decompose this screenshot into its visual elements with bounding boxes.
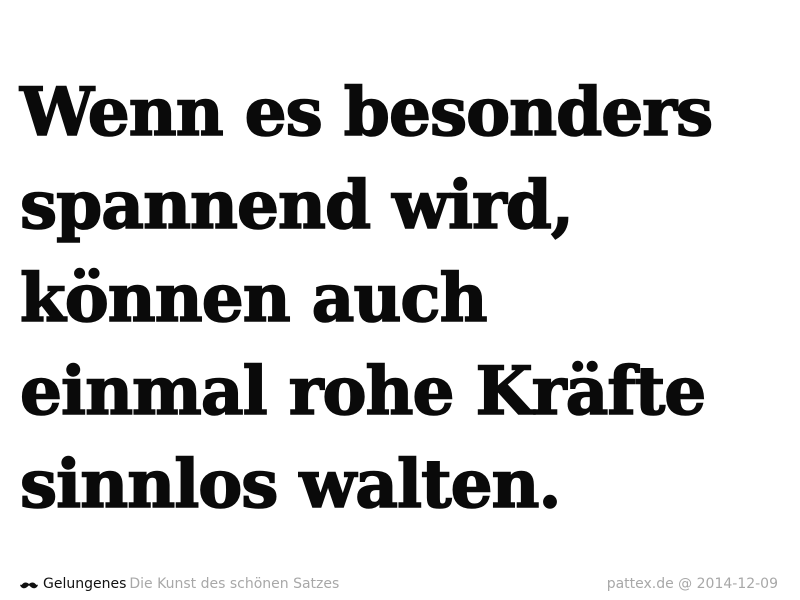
brand-tagline: Die Kunst des schönen Satzes — [129, 576, 340, 592]
quote-line-3: können auch — [19, 258, 488, 338]
source-credit: pattex.de @ 2014-12-09 — [606, 576, 778, 592]
footer: Gelungenes Die Kunst des schönen Satzes … — [20, 574, 778, 594]
brand-name: Gelungenes — [43, 576, 127, 592]
quote-line-4: einmal rohe Kräfte — [19, 351, 707, 431]
mustache-icon — [20, 579, 38, 589]
quote-slide: Wenn es besonders spannend wird, können … — [0, 0, 800, 600]
quote-line-2: spannend wird, — [19, 165, 575, 245]
quote-line-1: Wenn es besonders — [19, 72, 714, 152]
quote-text: Wenn es besonders spannend wird, können … — [19, 66, 790, 531]
quote-line-5: sinnlos walten. — [19, 444, 562, 524]
footer-branding: Gelungenes Die Kunst des schönen Satzes — [20, 576, 339, 592]
